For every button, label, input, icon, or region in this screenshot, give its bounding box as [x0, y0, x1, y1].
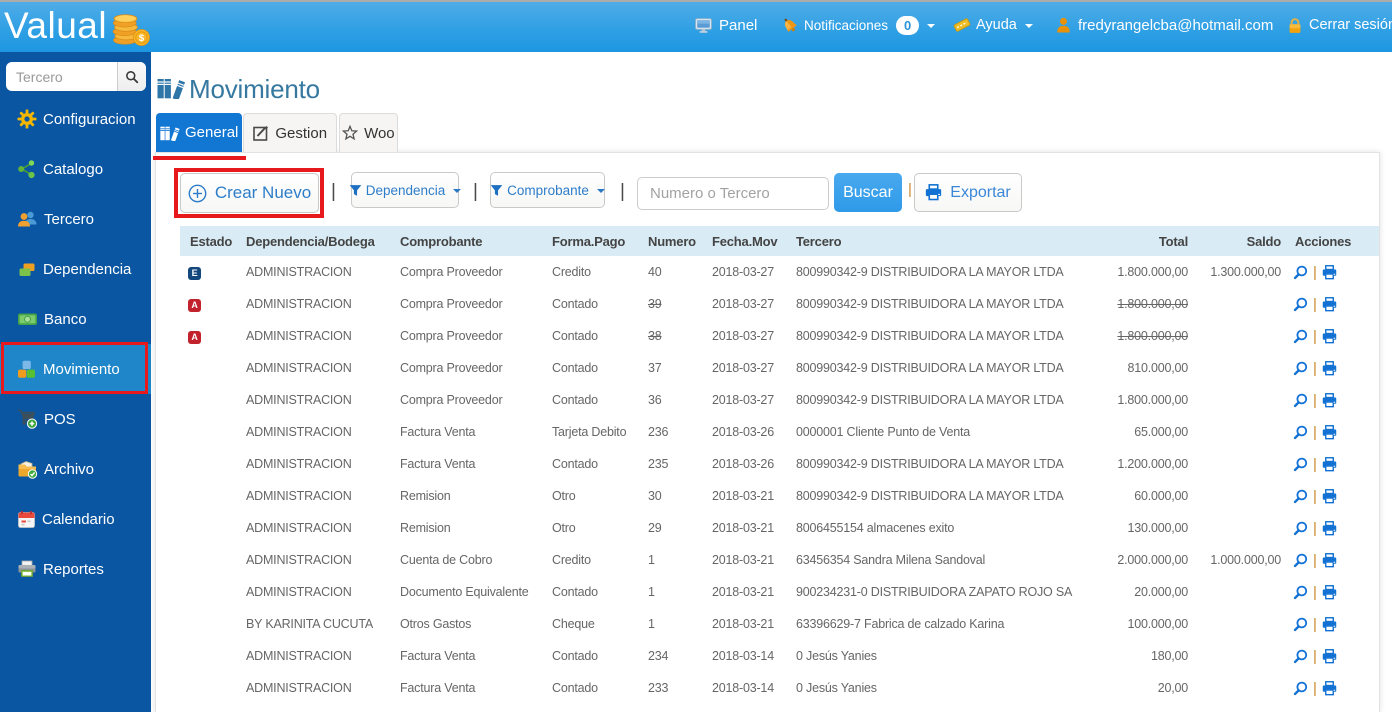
- svg-text:$: $: [139, 33, 145, 44]
